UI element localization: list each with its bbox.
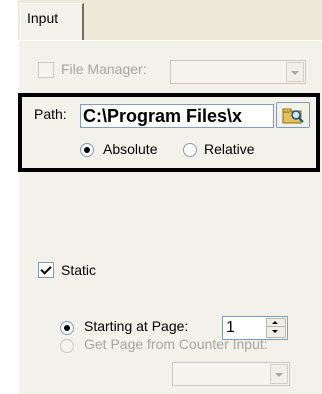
absolute-label: Absolute — [103, 141, 158, 157]
chevron-down-icon[interactable] — [270, 364, 288, 384]
tab-input[interactable]: Input — [20, 3, 84, 41]
file-manager-checkbox[interactable] — [38, 62, 54, 78]
counter-input-radio[interactable] — [60, 339, 74, 353]
browse-folder-icon — [282, 108, 304, 124]
left-margin — [0, 0, 18, 394]
browse-button[interactable] — [276, 102, 310, 128]
file-manager-dropdown[interactable] — [170, 60, 306, 84]
chevron-down-icon[interactable] — [286, 62, 304, 82]
path-label: Path: — [34, 106, 67, 122]
path-input[interactable]: C:\Program Files\x — [80, 104, 274, 128]
static-checkbox[interactable] — [38, 262, 54, 278]
file-manager-label: File Manager: — [61, 61, 147, 77]
spin-down-icon[interactable] — [266, 326, 286, 338]
starting-page-value: 1 — [226, 319, 235, 336]
starting-at-page-radio[interactable] — [60, 321, 74, 335]
relative-label: Relative — [204, 141, 255, 157]
counter-input-label: Get Page from Counter Input: — [84, 336, 268, 352]
absolute-radio[interactable] — [80, 143, 94, 157]
counter-input-dropdown[interactable] — [172, 362, 290, 386]
relative-radio[interactable] — [183, 143, 197, 157]
starting-at-page-label: Starting at Page: — [84, 318, 189, 334]
tab-input-label: Input — [27, 10, 59, 26]
static-label: Static — [61, 262, 97, 278]
